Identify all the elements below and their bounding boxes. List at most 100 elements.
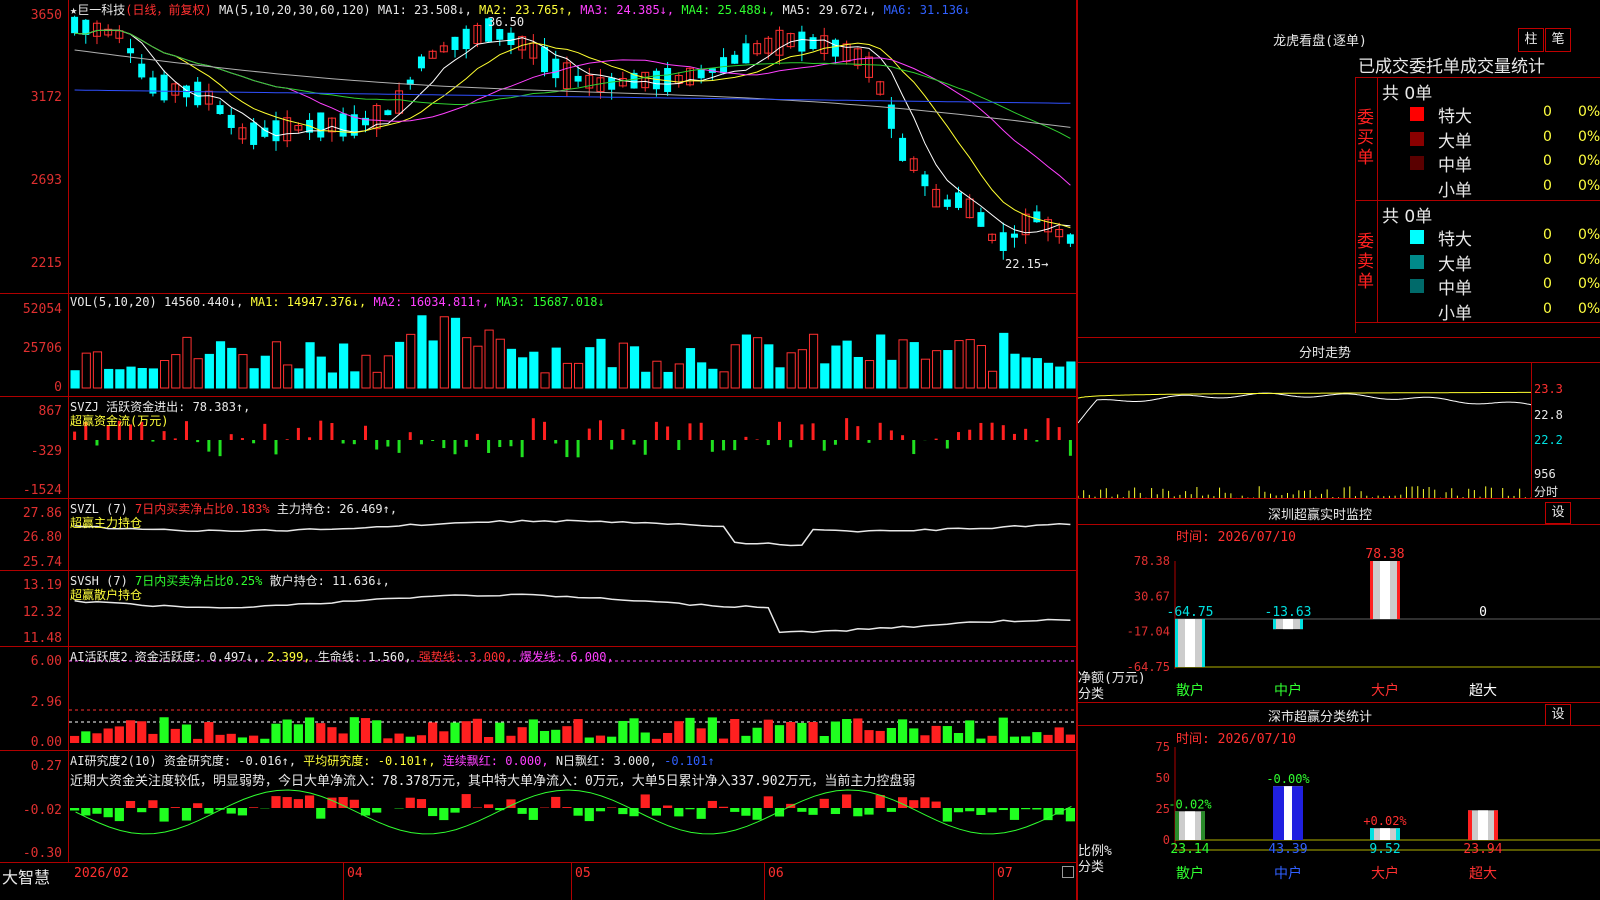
orders-title: 龙虎看盘(逐单) — [1273, 34, 1367, 49]
ai2-note: 近期大资金关注度较低，明显弱势，今日大单净流入：78.378万元，其中特大单净流… — [70, 774, 916, 789]
activity-bar — [573, 719, 583, 743]
ai2-header: AI研究度2(10) 资金研究度: -0.016↑, 平均研究度: -0.101… — [70, 752, 715, 769]
flow-bar — [677, 440, 681, 450]
monitor-value-label: 78.38 — [1365, 547, 1404, 562]
main-chart-canvas[interactable] — [69, 0, 1076, 862]
research-bar — [1032, 808, 1042, 810]
activity-bar — [148, 733, 158, 743]
activity-bar — [159, 717, 169, 743]
classstat-title: 深市超赢分类统计 — [1267, 710, 1372, 725]
flow-bar — [666, 426, 670, 440]
classstat-bar-2 — [1370, 828, 1400, 840]
monitor-value-label: 0 — [1479, 605, 1487, 620]
volume-bar — [339, 343, 349, 389]
flow-bar — [487, 440, 491, 453]
monitor-bar-edge — [1202, 619, 1205, 667]
volume-bar — [887, 359, 897, 389]
classstat-settings-button[interactable]: 设 — [1545, 704, 1571, 726]
flow-bar — [766, 440, 770, 446]
intraday-axis-0: 23.3 — [1534, 382, 1563, 396]
activity-bar — [81, 731, 91, 743]
activity-bar — [260, 738, 270, 743]
intraday-chart[interactable] — [1078, 363, 1531, 498]
buy-pct: 0% — [1578, 153, 1600, 169]
research-bar — [528, 808, 538, 820]
volume-bar — [808, 333, 819, 389]
period-label[interactable]: (日线，前复权) — [125, 3, 211, 17]
volume-bar — [730, 344, 740, 389]
research-bar — [1021, 808, 1031, 810]
buy-value: 0 — [1543, 128, 1552, 145]
classstat-chart[interactable]: 7550250-0.02%23.14散户-0.00%43.39中户+0.02%9… — [1078, 740, 1600, 900]
candle-down — [731, 54, 739, 64]
research-bar — [1043, 808, 1053, 821]
flow-bar — [901, 435, 905, 440]
stock-name[interactable]: 巨一科技 — [77, 3, 125, 17]
monitor-axis-label: -64.75 — [1127, 660, 1170, 674]
volume-bar — [361, 354, 371, 389]
svzl-axis-1: 26.80 — [22, 530, 62, 545]
volume-bar — [775, 367, 785, 389]
monitor-settings-button[interactable]: 设 — [1545, 502, 1571, 524]
svsh-sub: 超赢散户持仓 — [70, 588, 143, 602]
monitor-bar-edge — [1300, 619, 1303, 630]
monitor-chart[interactable]: 78.38 30.67 -17.04 -64.75 -64.75 散户 -13.63 中户 78… — [1078, 540, 1600, 702]
flow-bar — [184, 421, 188, 440]
activity-bar — [830, 721, 841, 743]
monitor-top-line — [1078, 498, 1600, 499]
classstat-bar-shine — [1284, 786, 1292, 840]
volume-bar — [104, 368, 114, 389]
flow-bar — [218, 440, 222, 457]
sell-swatch — [1410, 279, 1424, 293]
volume-bar — [70, 370, 80, 389]
price-axis-3: 2215 — [30, 256, 62, 271]
classstat-change-label: -0.02% — [1168, 797, 1212, 811]
buy-name: 小单 — [1438, 180, 1472, 201]
ma6-value: MA6: 31.136↓ — [883, 3, 971, 17]
tick-mode-button[interactable]: 笔 — [1545, 28, 1571, 52]
ai1-axis-2: 0.00 — [30, 735, 62, 750]
flow-bar — [990, 422, 994, 440]
sell-value: 0 — [1543, 276, 1552, 292]
volume-bar — [193, 358, 203, 389]
classstat-value-label: 23.14 — [1170, 842, 1209, 857]
research-bar — [920, 797, 930, 808]
research-bar — [159, 808, 169, 822]
candle-down — [1010, 233, 1018, 238]
classstat-top-line — [1078, 702, 1600, 703]
flow-bar — [744, 436, 748, 440]
flow-bar — [845, 418, 849, 440]
volume-bar — [976, 345, 986, 389]
monitor-bar-0 — [1175, 619, 1205, 667]
research-bar — [282, 797, 292, 808]
volume-bar — [1032, 358, 1042, 389]
volume-bar — [1066, 361, 1076, 389]
flow-bar — [95, 440, 99, 446]
volume-bar — [271, 341, 282, 389]
volume-bar — [797, 349, 807, 389]
candle-down — [194, 81, 202, 106]
monitor-axis-label: 30.67 — [1134, 589, 1170, 603]
research-bar — [349, 799, 359, 808]
research-bar — [651, 808, 662, 816]
candle-down — [742, 43, 750, 64]
volume-bar — [607, 367, 617, 389]
date-tick-4 — [993, 863, 994, 900]
activity-bar — [752, 727, 762, 743]
volume-bar — [629, 346, 640, 389]
volume-bar — [932, 350, 942, 389]
buy-value: 0 — [1543, 104, 1552, 120]
bar-mode-button[interactable]: 柱 — [1518, 28, 1544, 52]
activity-bar — [450, 722, 460, 743]
ma-line-10 — [74, 29, 1071, 229]
candle-down — [451, 36, 459, 50]
ai2-e: -0.101↑ — [664, 754, 715, 768]
volume-bar — [786, 352, 796, 389]
activity-bar — [539, 730, 550, 743]
lock-icon[interactable] — [1062, 866, 1074, 878]
sell-pct: 0% — [1578, 227, 1600, 243]
vol-axis-2: 0 — [54, 380, 62, 395]
sell-pct: 0% — [1578, 300, 1600, 317]
research-bar — [573, 808, 583, 816]
volume-bar — [160, 360, 170, 389]
